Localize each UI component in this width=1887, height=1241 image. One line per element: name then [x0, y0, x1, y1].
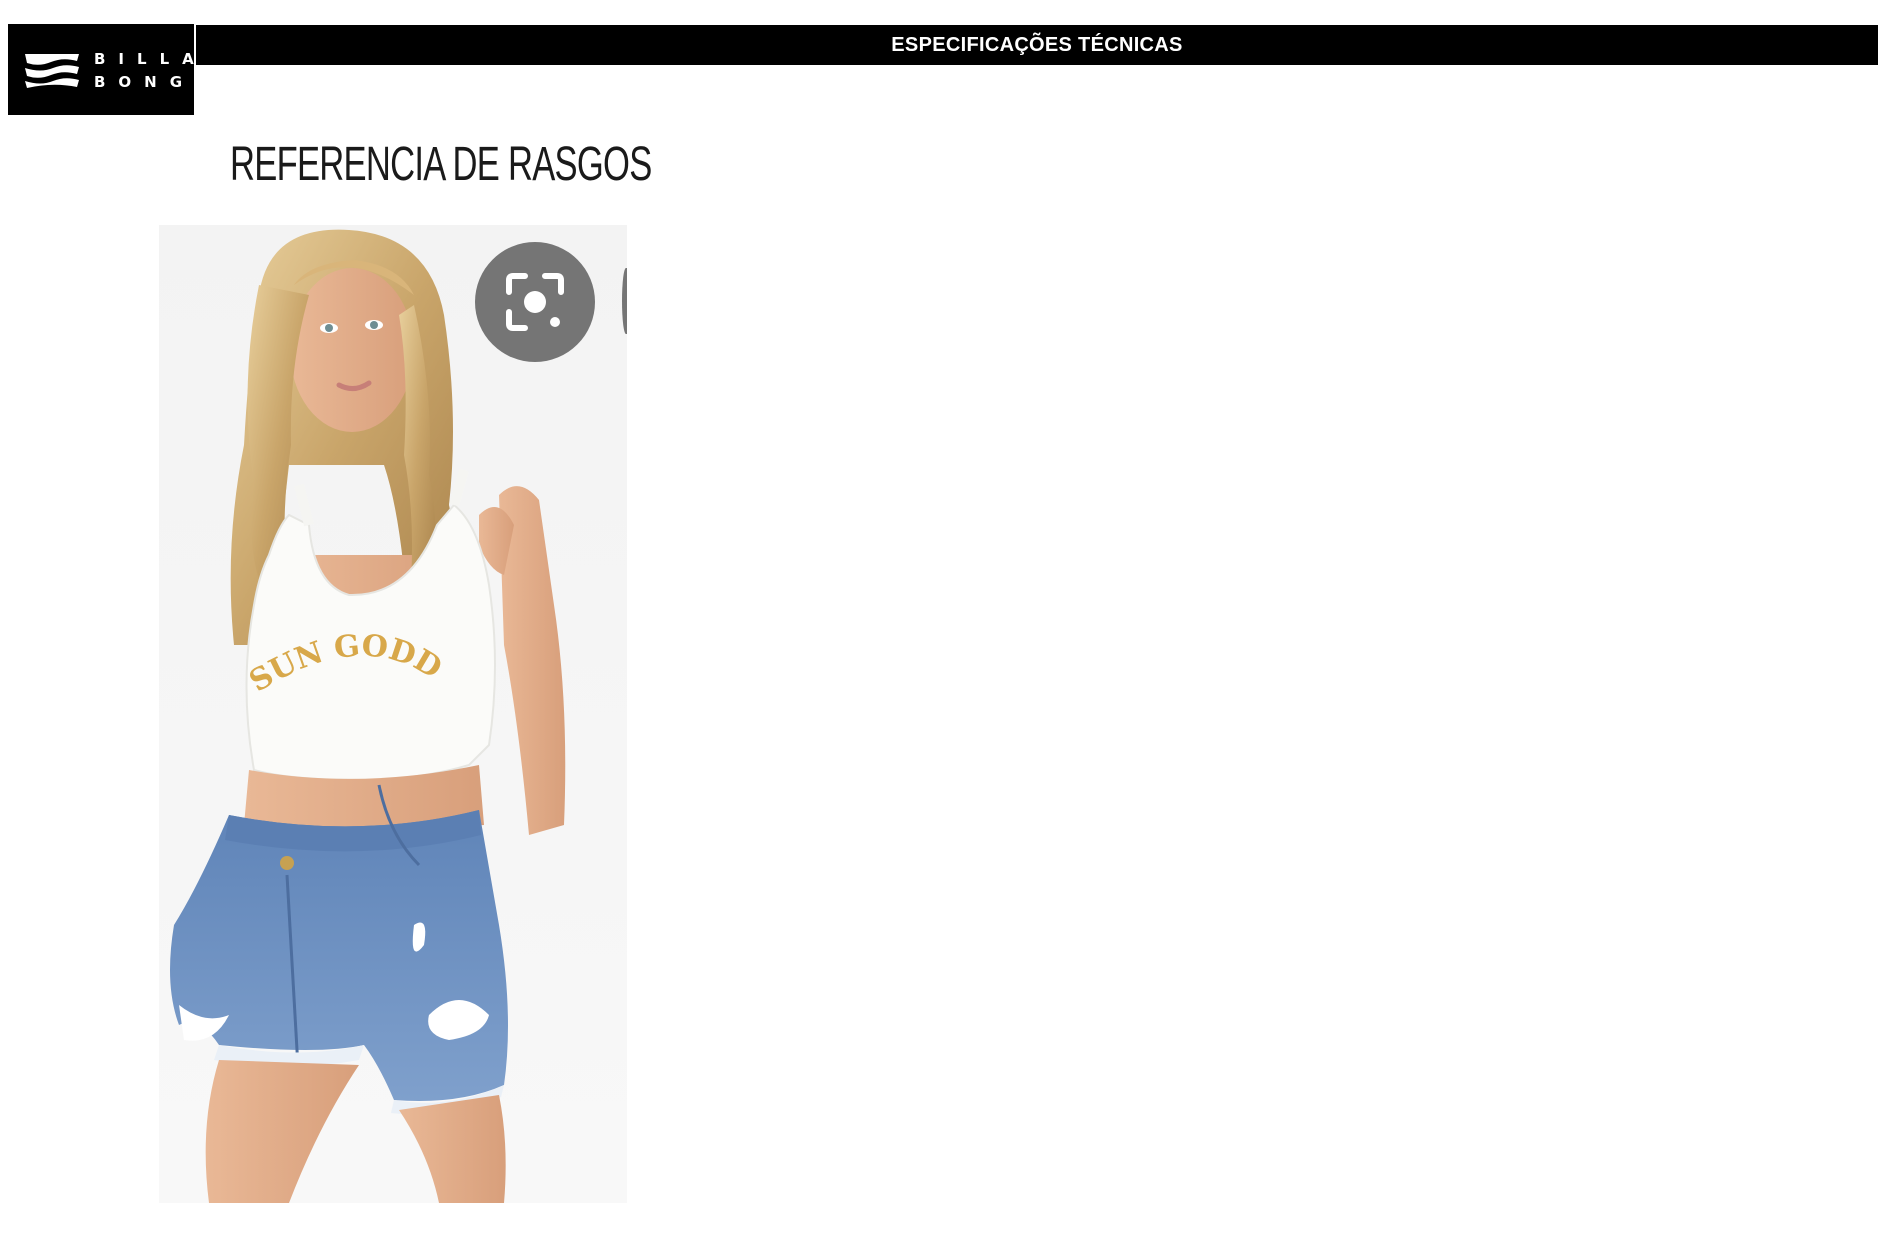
google-lens-icon [506, 273, 564, 331]
wave-logo-icon [25, 54, 79, 88]
brand-wordmark-line-2: BONG [94, 73, 196, 91]
page-title: ESPECIFICAÇÕES TÉCNICAS [891, 33, 1183, 56]
visual-search-button[interactable] [475, 242, 595, 362]
reference-photo: SUN GODDESS [159, 225, 627, 1203]
tech-spec-page: BILLA BONG ESPECIFICAÇÕES TÉCNICAS REFER… [0, 0, 1887, 1241]
model-illustration: SUN GODDESS [159, 225, 627, 1203]
header-title-bar: ESPECIFICAÇÕES TÉCNICAS [196, 25, 1878, 65]
brand-wordmark-line-1: BILLA [94, 50, 207, 68]
section-title: REFERENCIA DE RASGOS [230, 138, 652, 191]
adjacent-button-edge [622, 268, 630, 334]
brand-wordmark: BILLA BONG [94, 48, 207, 94]
brand-logo: BILLA BONG [8, 24, 194, 115]
